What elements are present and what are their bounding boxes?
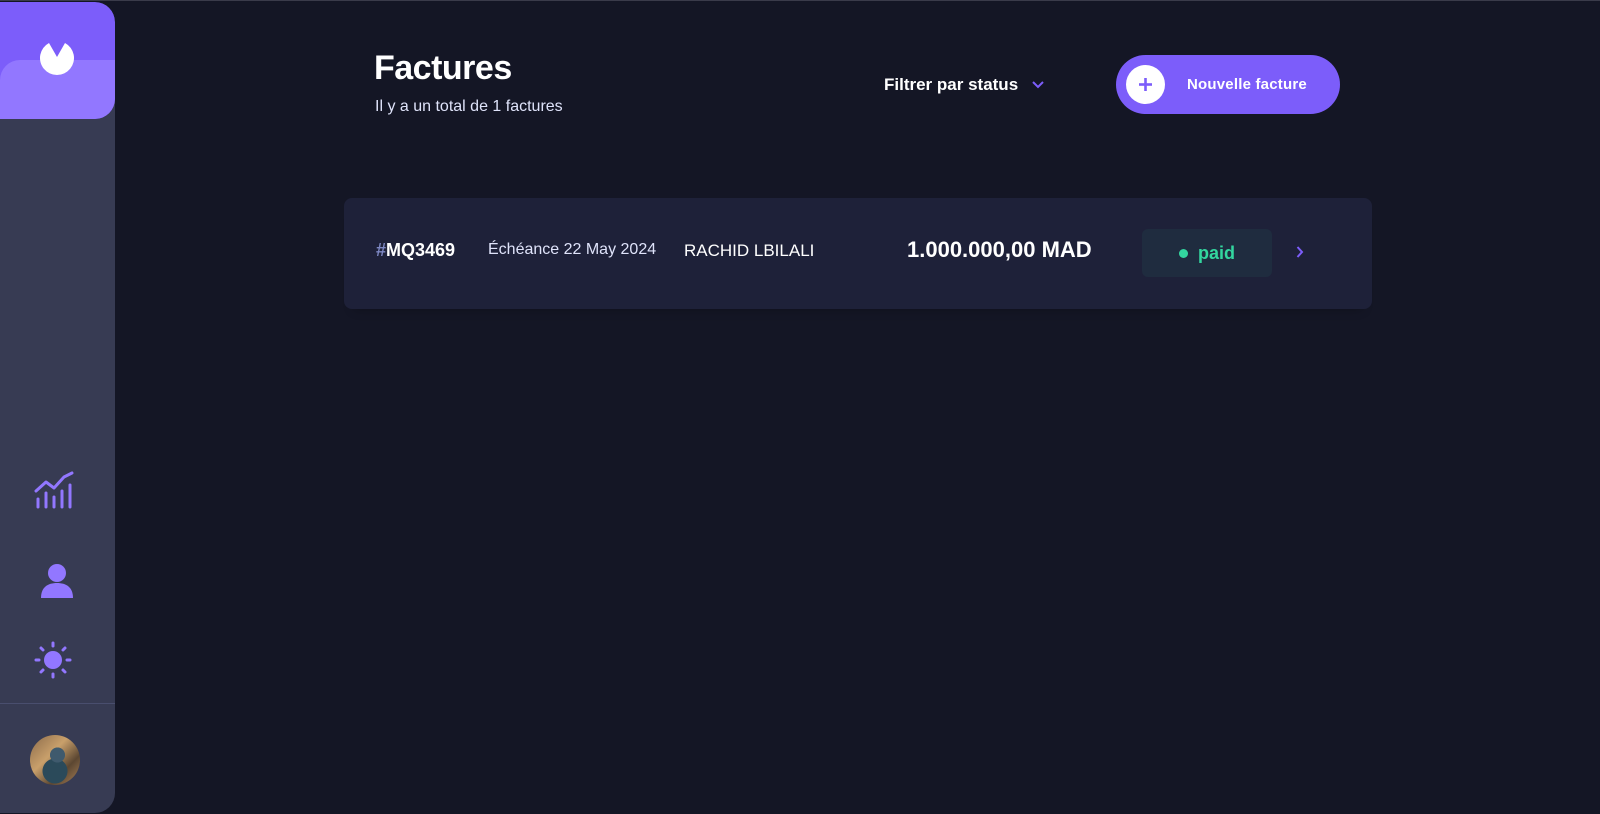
invoice-amount: 1.000.000,00 MAD xyxy=(907,237,1092,262)
sidebar xyxy=(0,2,115,813)
page-title: Factures xyxy=(374,49,512,87)
chevron-down-icon xyxy=(1032,81,1044,89)
chevron-right-icon[interactable] xyxy=(1296,246,1304,258)
filter-label: Filtrer par status xyxy=(884,75,1019,94)
status-badge: paid xyxy=(1142,229,1272,277)
invoice-due-date: Échéance 22 May 2024 xyxy=(488,241,657,258)
logo-icon xyxy=(40,43,74,75)
chart-icon[interactable] xyxy=(34,471,74,509)
invoice-id: #MQ3469 xyxy=(376,240,455,261)
invoice-count-subtitle: Il y a un total de 1 factures xyxy=(375,98,563,115)
invoice-client-name: RACHID LBILALI xyxy=(684,241,815,260)
status-text: paid xyxy=(1197,242,1235,263)
filter-by-status-dropdown[interactable]: Filtrer par status xyxy=(884,73,1044,97)
invoice-id-value: MQ3469 xyxy=(386,240,456,260)
sidebar-divider xyxy=(0,703,115,704)
plus-icon-circle xyxy=(1126,65,1165,104)
new-invoice-button[interactable]: Nouvelle facture xyxy=(1116,55,1340,114)
avatar[interactable] xyxy=(30,735,80,785)
app-root: Factures Il y a un total de 1 factures F… xyxy=(0,0,1600,814)
user-icon[interactable] xyxy=(40,563,74,599)
plus-icon xyxy=(1139,78,1152,91)
new-invoice-label: Nouvelle facture xyxy=(1187,76,1307,93)
status-dot xyxy=(1178,248,1188,258)
invoice-row[interactable]: #MQ3469 Échéance 22 May 2024 RACHID LBIL… xyxy=(344,198,1372,309)
logo[interactable] xyxy=(0,2,115,119)
sun-icon[interactable] xyxy=(34,641,72,679)
invoice-id-hash: # xyxy=(376,240,387,260)
